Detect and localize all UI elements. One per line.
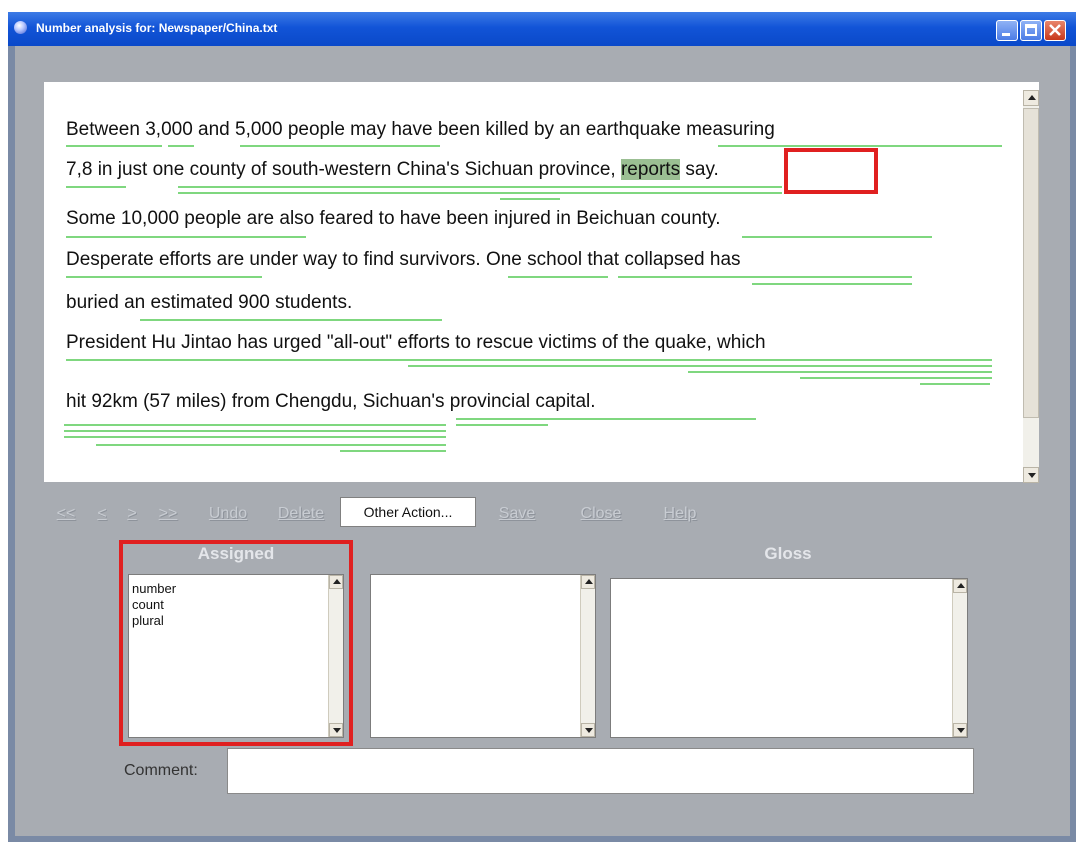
text-line[interactable]: Between 3,000 and 5,000 people may have … xyxy=(66,119,775,141)
selection-highlight xyxy=(784,148,878,194)
arrow-up-icon xyxy=(585,579,593,584)
assigned-highlight xyxy=(119,540,353,746)
candidate-scrollbar[interactable] xyxy=(580,575,595,737)
document-text-pane[interactable] xyxy=(44,82,1039,482)
gloss-scrollbar[interactable] xyxy=(952,579,967,737)
next-button[interactable]: > xyxy=(122,497,142,531)
text-line[interactable]: President Hu Jintao has urged "all-out" … xyxy=(66,332,766,354)
scroll-thumb[interactable] xyxy=(1023,108,1039,418)
minimize-icon xyxy=(1002,33,1010,36)
text-scrollbar[interactable] xyxy=(1023,90,1039,483)
gloss-label: Gloss xyxy=(764,544,812,563)
last-button[interactable]: >> xyxy=(152,497,184,531)
text-line[interactable]: buried an estimated 900 students. xyxy=(66,292,352,314)
arrow-down-icon xyxy=(957,728,965,733)
scroll-up-button[interactable] xyxy=(581,575,595,589)
scroll-up-button[interactable] xyxy=(1023,90,1039,106)
text-line[interactable]: hit 92km (57 miles) from Chengdu, Sichua… xyxy=(66,391,596,413)
close-window-button[interactable] xyxy=(1044,20,1066,41)
candidate-list[interactable] xyxy=(370,574,596,738)
text-line[interactable]: Desperate efforts are under way to find … xyxy=(66,249,741,271)
previous-button[interactable]: < xyxy=(92,497,112,531)
arrow-down-icon xyxy=(585,728,593,733)
gloss-text[interactable] xyxy=(610,578,968,738)
close-icon xyxy=(1049,24,1061,36)
text-segment[interactable]: say. xyxy=(680,159,718,180)
selected-word[interactable]: reports xyxy=(620,159,681,180)
maximize-button[interactable] xyxy=(1020,20,1042,41)
scroll-up-button[interactable] xyxy=(953,579,967,593)
other-action-button[interactable]: Other Action... xyxy=(340,497,476,527)
delete-button[interactable]: Delete xyxy=(266,497,336,531)
minimize-button[interactable] xyxy=(996,20,1018,41)
scroll-down-button[interactable] xyxy=(953,723,967,737)
window-title: Number analysis for: Newspaper/China.txt xyxy=(36,21,278,35)
comment-label: Comment: xyxy=(124,762,198,779)
scroll-down-button[interactable] xyxy=(1023,467,1039,483)
text-segment[interactable]: 7,8 in just one county of south-western … xyxy=(66,159,621,180)
title-bar[interactable]: Number analysis for: Newspaper/China.txt xyxy=(8,12,1076,46)
arrow-down-icon xyxy=(1028,473,1036,478)
comment-field[interactable] xyxy=(227,748,974,794)
close-button[interactable]: Close xyxy=(566,497,636,531)
first-button[interactable]: << xyxy=(52,497,80,531)
undo-button[interactable]: Undo xyxy=(196,497,260,531)
text-line[interactable]: Some 10,000 people are also feared to ha… xyxy=(66,208,721,230)
app-icon xyxy=(14,21,27,34)
scroll-down-button[interactable] xyxy=(581,723,595,737)
arrow-up-icon xyxy=(957,583,965,588)
save-button[interactable]: Save xyxy=(486,497,548,531)
text-line[interactable]: 7,8 in just one county of south-western … xyxy=(66,159,719,181)
arrow-up-icon xyxy=(1028,95,1036,100)
maximize-icon xyxy=(1025,24,1037,36)
help-button[interactable]: Help xyxy=(650,497,710,531)
